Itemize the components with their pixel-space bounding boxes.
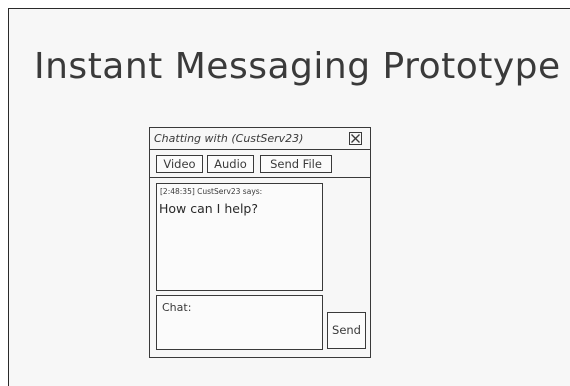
chat-transcript[interactable]: [2:48:35] CustServ23 says: How can I hel…: [156, 183, 323, 291]
toolbar: Video Audio Send File: [150, 150, 370, 178]
message-text: How can I help?: [159, 201, 258, 216]
audio-button[interactable]: Audio: [207, 155, 254, 173]
chat-window: Chatting with (CustServ23) Video Audio S…: [149, 127, 371, 358]
page-title: Instant Messaging Prototype: [34, 46, 561, 87]
close-button[interactable]: [349, 132, 362, 145]
send-file-button[interactable]: Send File: [260, 155, 332, 173]
window-title: Chatting with (CustServ23): [154, 132, 304, 145]
window-titlebar: Chatting with (CustServ23): [150, 128, 370, 150]
message-header: [2:48:35] CustServ23 says:: [160, 187, 263, 196]
send-button[interactable]: Send: [327, 312, 366, 349]
chat-input-field[interactable]: Chat:: [156, 295, 323, 350]
close-icon: [351, 134, 360, 143]
video-button[interactable]: Video: [156, 155, 203, 173]
chat-input-label: Chat:: [162, 301, 192, 314]
